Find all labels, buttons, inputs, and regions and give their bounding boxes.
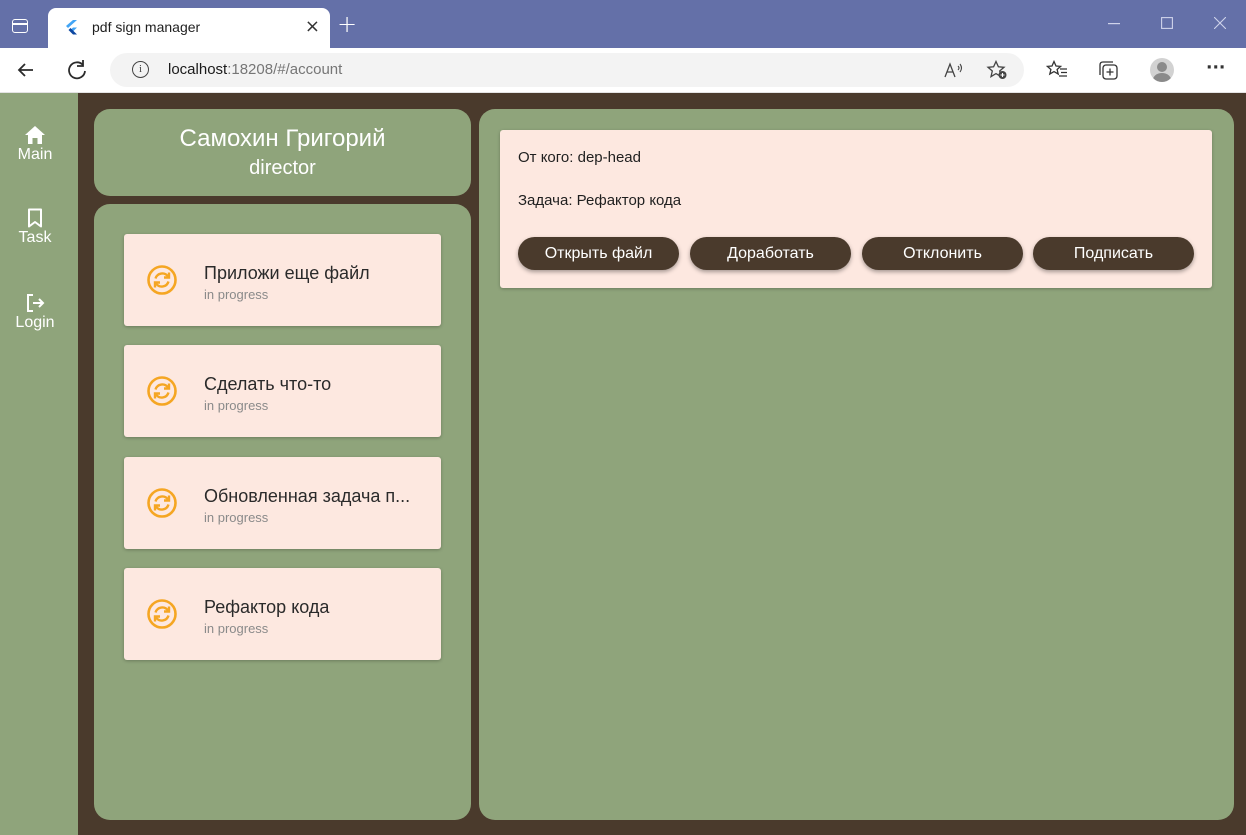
tab-close-icon[interactable]: × — [305, 16, 320, 38]
back-icon[interactable] — [13, 57, 39, 83]
new-tab-button[interactable]: + — [337, 11, 357, 37]
task-status: in progress — [204, 398, 269, 413]
nav-label-task: Task — [18, 229, 52, 246]
add-favorite-icon[interactable] — [986, 60, 1008, 80]
more-icon[interactable]: ··· — [1206, 58, 1225, 78]
task-card[interactable]: Обновленная задача п... in progress — [124, 457, 441, 549]
user-role: director — [249, 157, 316, 179]
browser-titlebar: pdf sign manager × + — [0, 0, 1246, 48]
close-window-icon[interactable] — [1214, 17, 1226, 29]
sync-icon — [147, 265, 177, 295]
logout-icon — [27, 294, 45, 312]
nav-item-main[interactable]: Main — [0, 125, 70, 164]
task-title: Сделать что-то — [204, 374, 332, 394]
task-card[interactable]: Приложи еще файл in progress — [124, 234, 441, 326]
task-title: Обновленная задача п... — [204, 486, 411, 506]
task-title: Приложи еще файл — [204, 263, 370, 283]
collections-icon[interactable] — [1098, 60, 1120, 82]
sync-icon — [147, 599, 177, 629]
sync-icon — [147, 376, 177, 406]
profile-panel: Самохин Григорий director — [94, 109, 471, 196]
task-status: in progress — [204, 510, 269, 525]
nav-label-login: Login — [15, 314, 55, 331]
nav-item-task[interactable]: Task — [0, 208, 70, 247]
task-card[interactable]: Сделать что-то in progress — [124, 345, 441, 437]
site-info-icon[interactable]: i — [132, 61, 149, 78]
task-status: in progress — [204, 287, 269, 302]
app-root: Main Task Login Самохин Григорий directo… — [0, 93, 1246, 835]
task-detail-card: От кого: dep-head Задача: Рефактор кода … — [500, 130, 1212, 288]
task-list-panel: Приложи еще файл in progress Сделать что… — [94, 204, 471, 820]
open-file-button[interactable]: Открыть файл — [518, 237, 679, 270]
task-detail-panel: От кого: dep-head Задача: Рефактор кода … — [479, 109, 1234, 820]
browser-toolbar: i localhost:18208/#/account ··· — [0, 48, 1246, 93]
browser-tab[interactable]: pdf sign manager × — [48, 8, 330, 48]
task-status: in progress — [204, 621, 269, 636]
flutter-icon — [66, 20, 77, 35]
bookmark-icon — [28, 208, 42, 228]
url-text: localhost:18208/#/account — [168, 61, 343, 78]
window-menu-icon[interactable] — [12, 19, 28, 33]
minimize-icon[interactable] — [1108, 23, 1120, 25]
navigation-rail: Main Task Login — [0, 93, 78, 835]
task-card[interactable]: Рефактор кода in progress — [124, 568, 441, 660]
refresh-icon[interactable] — [64, 57, 90, 83]
task-title: Рефактор кода — [204, 597, 330, 617]
favorites-icon[interactable] — [1046, 60, 1068, 80]
tab-title: pdf sign manager — [92, 19, 201, 35]
home-icon — [25, 126, 45, 144]
address-bar[interactable]: i localhost:18208/#/account — [110, 53, 1024, 87]
user-name: Самохин Григорий — [179, 125, 386, 152]
profile-avatar[interactable] — [1150, 58, 1174, 82]
sign-button[interactable]: Подписать — [1033, 237, 1194, 270]
nav-item-login[interactable]: Login — [0, 293, 70, 332]
task-from: От кого: dep-head — [518, 149, 641, 166]
reject-button[interactable]: Отклонить — [862, 237, 1023, 270]
revise-button[interactable]: Доработать — [690, 237, 851, 270]
nav-label-main: Main — [17, 146, 53, 163]
read-aloud-icon[interactable] — [944, 62, 964, 78]
maximize-icon[interactable] — [1161, 17, 1173, 29]
task-name: Задача: Рефактор кода — [518, 192, 682, 209]
sync-icon — [147, 488, 177, 518]
